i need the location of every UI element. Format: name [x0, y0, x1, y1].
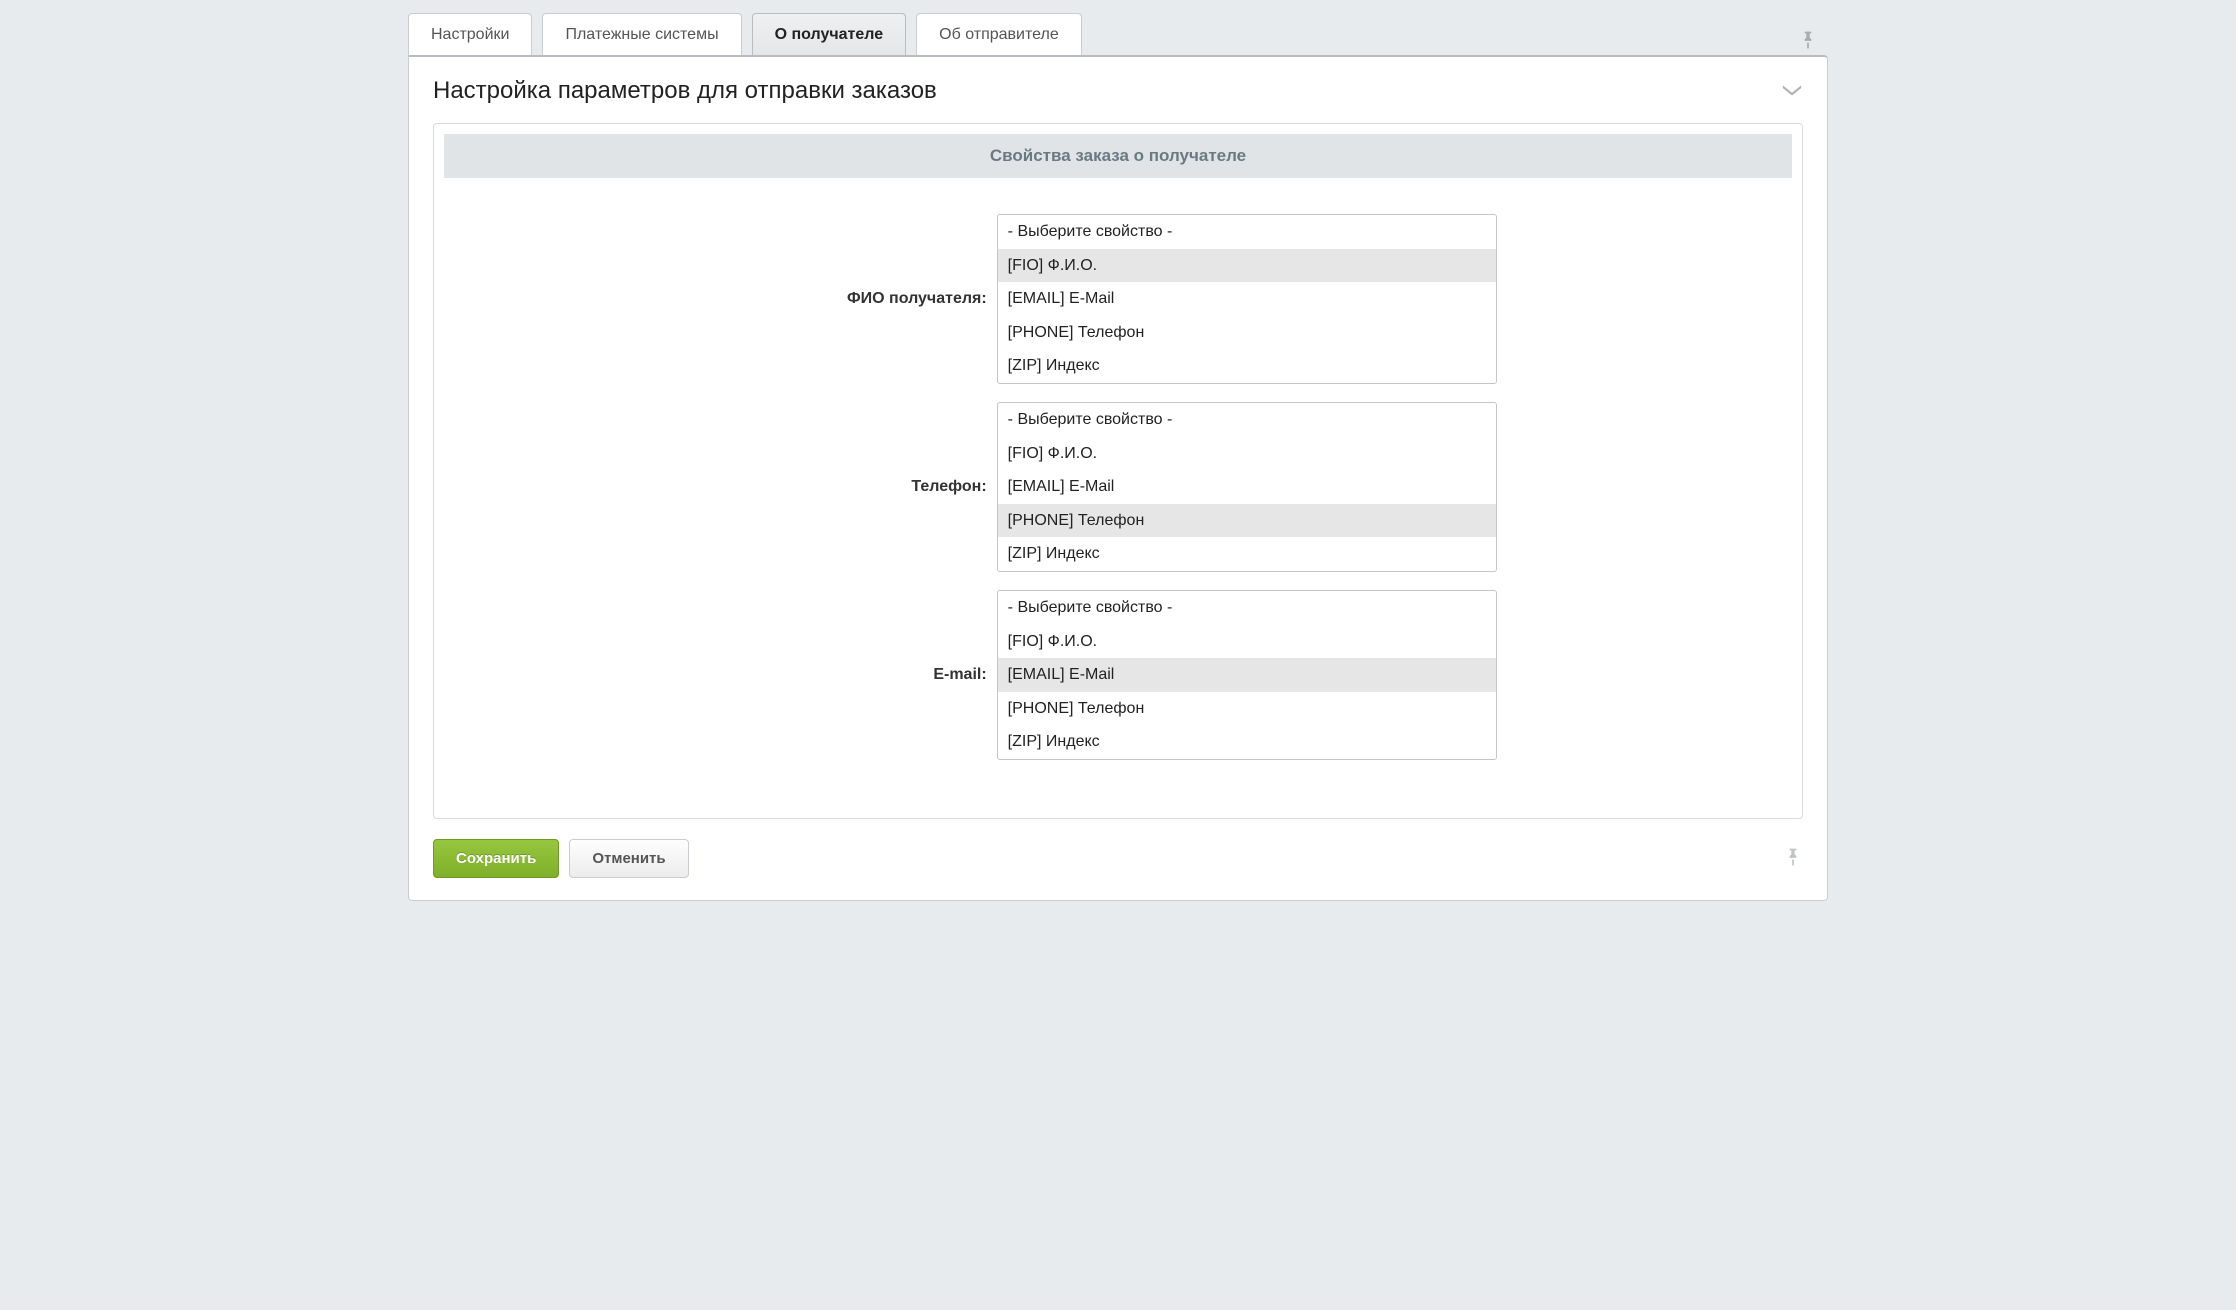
section-header: Свойства заказа о получателе — [444, 134, 1792, 178]
pin-icon[interactable] — [1798, 30, 1818, 53]
listbox-fio[interactable]: - Выберите свойство - [FIO] Ф.И.О. [EMAI… — [997, 214, 1497, 384]
listbox-option[interactable]: [ZIP] Индекс — [998, 537, 1496, 571]
listbox-option[interactable]: [PHONE] Телефон — [998, 692, 1496, 726]
listbox-option[interactable]: - Выберите свойство - — [998, 591, 1496, 625]
panel-title: Настройка параметров для отправки заказо… — [433, 77, 937, 105]
tab-settings[interactable]: Настройки — [408, 13, 532, 56]
listbox-email[interactable]: - Выберите свойство - [FIO] Ф.И.О. [EMAI… — [997, 590, 1497, 760]
tab-payment-systems[interactable]: Платежные системы — [542, 13, 741, 56]
listbox-option[interactable]: [ZIP] Индекс — [998, 349, 1496, 383]
tab-about-recipient[interactable]: О получателе — [752, 13, 907, 56]
listbox-option[interactable]: - Выберите свойство - — [998, 403, 1496, 437]
tab-about-sender[interactable]: Об отправителе — [916, 13, 1082, 56]
tab-bar: Настройки Платежные системы О получателе… — [408, 12, 1828, 55]
save-button[interactable]: Сохранить — [433, 839, 559, 878]
listbox-option[interactable]: [ZIP] Индекс — [998, 725, 1496, 759]
cancel-button[interactable]: Отменить — [569, 839, 688, 878]
listbox-option[interactable]: [FIO] Ф.И.О. — [998, 437, 1496, 471]
field-label-email: E-mail: — [444, 590, 997, 778]
pin-icon[interactable] — [1783, 847, 1803, 870]
listbox-option[interactable]: [EMAIL] E-Mail — [998, 282, 1496, 316]
main-panel: Настройка параметров для отправки заказо… — [408, 55, 1828, 901]
listbox-option[interactable]: - Выберите свойство - — [998, 215, 1496, 249]
field-label-phone: Телефон: — [444, 402, 997, 590]
form-frame: Свойства заказа о получателе ФИО получат… — [433, 123, 1803, 819]
listbox-option[interactable]: [PHONE] Телефон — [998, 504, 1496, 538]
listbox-option[interactable]: [PHONE] Телефон — [998, 316, 1496, 350]
listbox-option[interactable]: [EMAIL] E-Mail — [998, 658, 1496, 692]
collapse-icon[interactable] — [1781, 83, 1803, 100]
listbox-phone[interactable]: - Выберите свойство - [FIO] Ф.И.О. [EMAI… — [997, 402, 1497, 572]
field-label-fio: ФИО получателя: — [444, 214, 997, 402]
listbox-option[interactable]: [FIO] Ф.И.О. — [998, 249, 1496, 283]
listbox-option[interactable]: [FIO] Ф.И.О. — [998, 625, 1496, 659]
listbox-option[interactable]: [EMAIL] E-Mail — [998, 470, 1496, 504]
